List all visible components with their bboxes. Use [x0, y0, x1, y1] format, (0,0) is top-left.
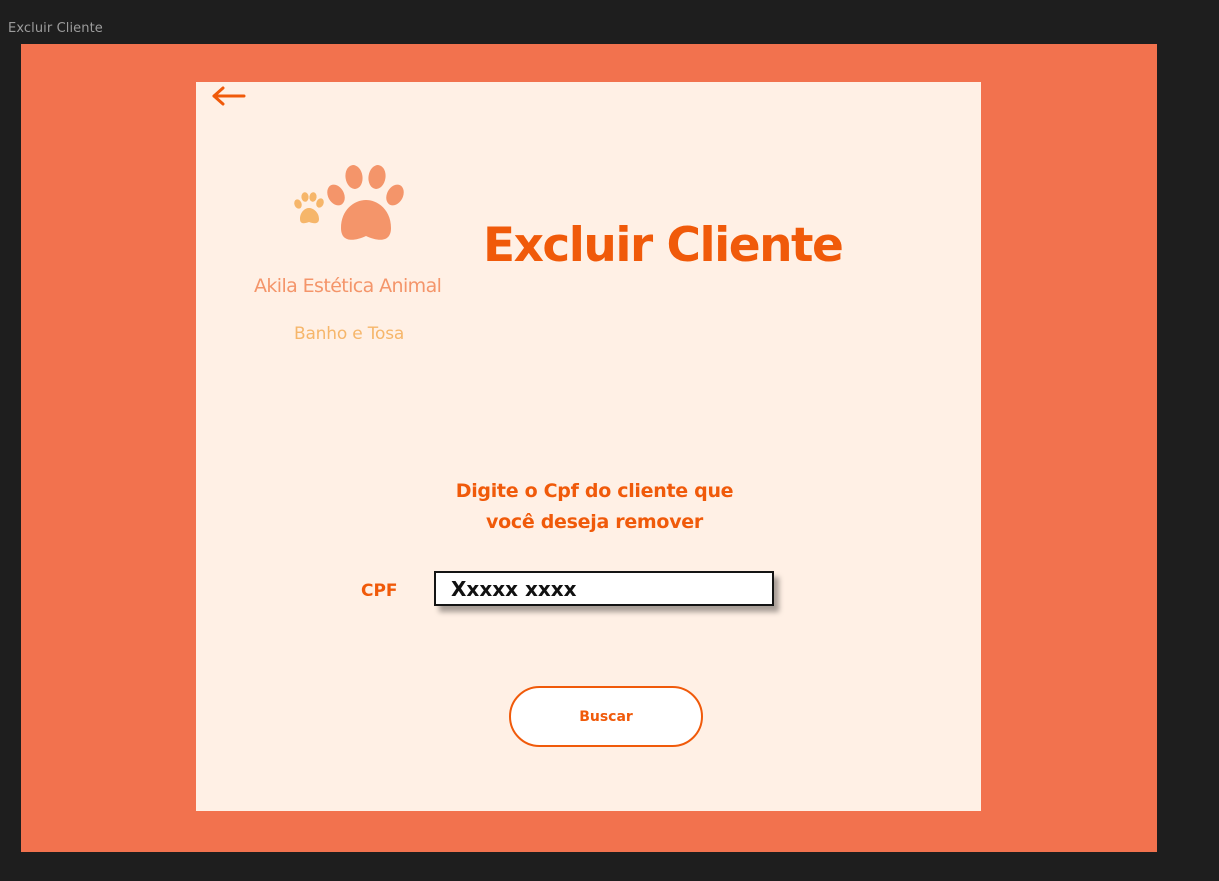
- cpf-input[interactable]: [434, 571, 774, 606]
- app-frame: Akila Estética Animal Banho e Tosa Exclu…: [21, 44, 1157, 852]
- search-button[interactable]: Buscar: [509, 686, 703, 747]
- instruction-line-1: Digite o Cpf do cliente que: [455, 480, 734, 502]
- brand-subtitle: Banho e Tosa: [294, 324, 405, 344]
- instruction-line-2: você deseja remover: [486, 511, 703, 533]
- arrow-left-icon[interactable]: [208, 84, 248, 108]
- page-title: Excluir Cliente: [483, 218, 844, 273]
- paw-print-icon: [294, 165, 404, 240]
- brand-name: Akila Estética Animal: [254, 275, 442, 297]
- instruction-text: Digite o Cpf do cliente que você deseja …: [436, 476, 753, 538]
- cpf-label: CPF: [361, 581, 398, 601]
- frame-title: Excluir Cliente: [8, 21, 103, 36]
- main-card: Akila Estética Animal Banho e Tosa Exclu…: [196, 82, 981, 811]
